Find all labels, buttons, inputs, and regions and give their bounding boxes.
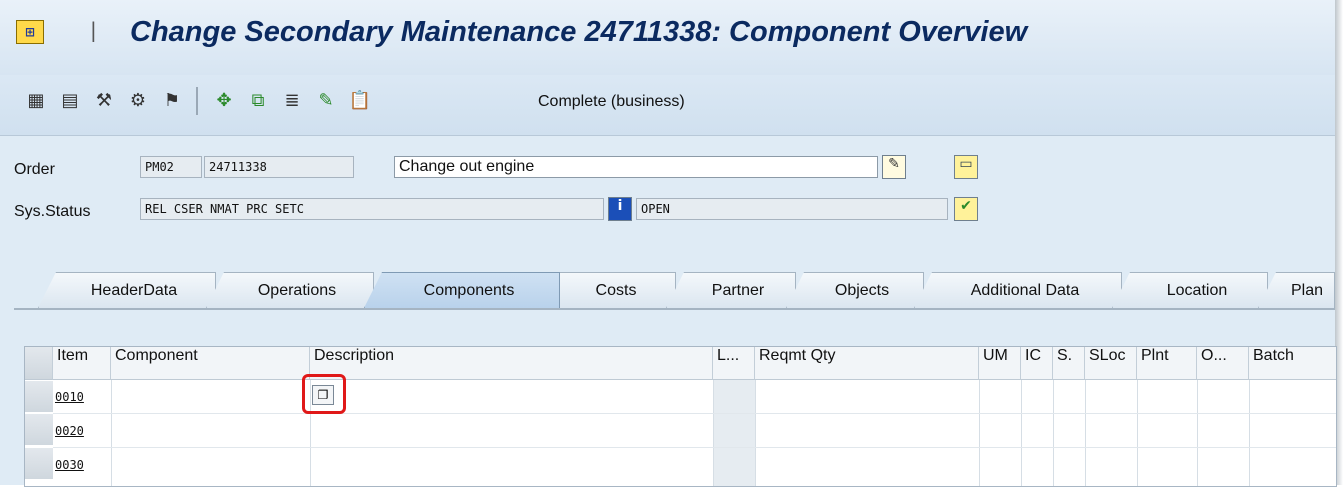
- long-text-edit-icon[interactable]: ✎: [882, 155, 906, 179]
- title-separator: |: [90, 18, 97, 42]
- flag-icon[interactable]: ⚑: [160, 89, 184, 113]
- order-label: Order: [14, 161, 55, 178]
- calculator-icon[interactable]: ▤: [58, 89, 82, 113]
- grid-vline: [111, 380, 112, 486]
- grid-vline: [1053, 380, 1054, 486]
- complete-business-button[interactable]: Complete (business): [538, 93, 685, 111]
- col-sloc[interactable]: SLoc: [1085, 347, 1137, 380]
- tab-costs[interactable]: Costs: [542, 272, 676, 308]
- grid-hline: [53, 447, 1336, 448]
- col-ic[interactable]: IC: [1021, 347, 1053, 380]
- bom-icon[interactable]: ✥: [212, 89, 236, 113]
- col-reqmt-qty[interactable]: Reqmt Qty: [755, 347, 979, 380]
- select-all-cell[interactable]: [25, 347, 53, 380]
- sys-status-label: Sys.Status: [14, 203, 91, 220]
- info-icon[interactable]: i: [608, 197, 632, 221]
- row-selector[interactable]: [25, 414, 53, 446]
- grid-vline: [1085, 380, 1086, 486]
- col-component[interactable]: Component: [111, 347, 310, 380]
- item-link[interactable]: 0020: [55, 424, 84, 438]
- pencil-icon[interactable]: ✎: [314, 89, 338, 113]
- application-toolbar: ▦ ▤ ⚒ ⚙ ⚑ ✥ ⧉ ≣ ✎ 📋 Complete (business): [0, 75, 1335, 136]
- grid-vline: [1197, 380, 1198, 486]
- col-s[interactable]: S.: [1053, 347, 1085, 380]
- sap-menu-icon[interactable]: ⊞: [16, 20, 44, 44]
- tab-location[interactable]: Location: [1112, 272, 1268, 308]
- grid-vline: [979, 380, 980, 486]
- operations-icon[interactable]: ⚒: [92, 89, 116, 113]
- tab-objects[interactable]: Objects: [786, 272, 924, 308]
- row-selector[interactable]: [25, 381, 53, 413]
- item-link[interactable]: 0010: [55, 390, 84, 404]
- toolbar-separator: [196, 87, 198, 115]
- grid-vline: [1021, 380, 1022, 486]
- order-description-input[interactable]: Change out engine: [394, 156, 878, 178]
- grid-hline: [53, 413, 1336, 414]
- grid-vline: [1137, 380, 1138, 486]
- components-icon[interactable]: ⚙: [126, 89, 150, 113]
- header-icon[interactable]: ▦: [24, 89, 48, 113]
- l-column-fill: [713, 380, 755, 486]
- order-type-field: PM02: [140, 156, 202, 178]
- user-status-field: OPEN: [636, 198, 948, 220]
- highlight-box: [302, 374, 346, 414]
- tab-operations[interactable]: Operations: [206, 272, 374, 308]
- grid-vline: [1249, 380, 1250, 486]
- sys-status-field: REL CSER NMAT PRC SETC: [140, 198, 604, 220]
- components-table: Item Component Description L... Reqmt Qt…: [24, 346, 1337, 487]
- tab-partner[interactable]: Partner: [666, 272, 796, 308]
- title-bar: ⊞ | Change Secondary Maintenance 2471133…: [0, 0, 1335, 75]
- col-plnt[interactable]: Plnt: [1137, 347, 1197, 380]
- display-object-icon[interactable]: ▭: [954, 155, 978, 179]
- row-selector[interactable]: [25, 448, 53, 480]
- window-title: Change Secondary Maintenance 24711338: C…: [130, 16, 1028, 48]
- col-l[interactable]: L...: [713, 347, 755, 380]
- col-item[interactable]: Item: [53, 347, 111, 380]
- col-description[interactable]: Description: [310, 347, 713, 380]
- tab-headerdata[interactable]: HeaderData: [38, 272, 216, 308]
- col-um[interactable]: UM: [979, 347, 1021, 380]
- col-o[interactable]: O...: [1197, 347, 1249, 380]
- copy-icon[interactable]: ⧉: [246, 89, 270, 113]
- item-link[interactable]: 0030: [55, 458, 84, 472]
- doc-icon[interactable]: ≣: [280, 89, 304, 113]
- tab-components[interactable]: Components: [364, 272, 560, 308]
- order-number-field: 24711338: [204, 156, 354, 178]
- status-change-icon[interactable]: ✔: [954, 197, 978, 221]
- tab-additional-data[interactable]: Additional Data: [914, 272, 1122, 308]
- grid-vline: [713, 380, 714, 486]
- clipboard-icon[interactable]: 📋: [348, 89, 372, 113]
- col-batch[interactable]: Batch: [1249, 347, 1336, 380]
- grid-vline: [755, 380, 756, 486]
